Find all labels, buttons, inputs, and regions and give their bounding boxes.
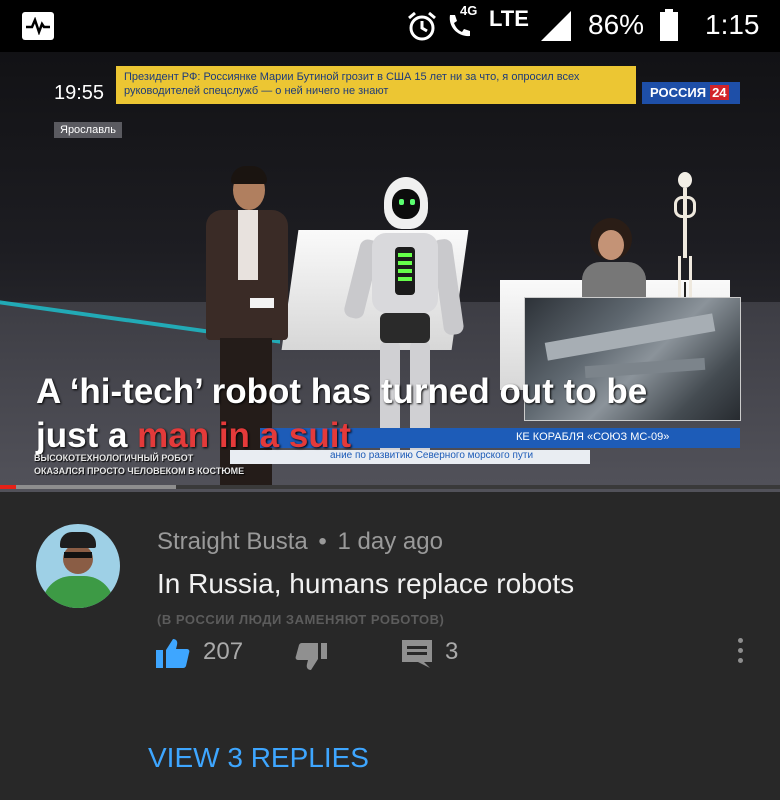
comment-text: In Russia, humans replace robots <box>157 568 575 599</box>
battery-percent: 86% <box>588 9 645 40</box>
caption-translation: ВЫСОКОТЕХНОЛОГИЧНЫЙ РОБОТ ОКАЗАЛСЯ ПРОСТ… <box>34 452 244 478</box>
status-time: 1:15 <box>705 9 760 40</box>
caption-translation-line1: ВЫСОКОТЕХНОЛОГИЧНЫЙ РОБОТ <box>34 453 194 463</box>
thumbs-down-icon <box>295 643 327 670</box>
dislike-button[interactable] <box>294 642 328 672</box>
skeleton-model <box>668 172 702 312</box>
location-label: Ярославль <box>54 122 122 138</box>
lte-label: LTE <box>489 6 529 31</box>
news-ticker: Президент РФ: Россиянке Марии Бутиной гр… <box>116 66 636 104</box>
progress-played <box>0 485 16 489</box>
caption-translation-line2: ОКАЗАЛСЯ ПРОСТО ЧЕЛОВЕКОМ В КОСТЮМЕ <box>34 466 245 476</box>
thumbs-up-icon <box>156 639 190 668</box>
video-progress-bar[interactable] <box>0 485 780 489</box>
like-button[interactable] <box>155 637 191 669</box>
header-separator: • <box>318 528 327 555</box>
video-player[interactable]: 19:55 Президент РФ: Россиянке Марии Бути… <box>0 52 780 492</box>
channel-number: 24 <box>710 85 729 100</box>
avatar[interactable] <box>36 524 120 608</box>
signal-strength-icon <box>539 10 573 47</box>
network-type-label: 4G <box>460 3 478 18</box>
comment-translation: (В РОССИИ ЛЮДИ ЗАМЕНЯЮТ РОБОТОВ) <box>157 612 445 627</box>
comment-header: Straight Busta • 1 day ago <box>157 528 443 556</box>
more-vert-icon <box>733 638 747 663</box>
more-options-button[interactable] <box>733 638 747 668</box>
caption-highlight: man in a suit <box>137 416 352 455</box>
broadcast-clock: 19:55 <box>54 82 105 104</box>
comment-item: Straight Busta • 1 day ago In Russia, hu… <box>0 492 780 800</box>
comment-time: 1 day ago <box>337 528 443 555</box>
channel-name: РОССИЯ <box>650 85 707 100</box>
reply-count: 3 <box>445 638 459 665</box>
alarm-clock-icon <box>406 10 438 47</box>
comment-author[interactable]: Straight Busta <box>157 528 308 555</box>
host-figure <box>582 218 646 312</box>
status-bar: 4G LTE 86% 1:15 <box>0 0 780 52</box>
channel-logo: РОССИЯ 24 <box>642 82 740 104</box>
battery-icon <box>660 9 678 41</box>
view-replies-link[interactable]: VIEW 3 REPLIES <box>148 742 369 774</box>
progress-buffered <box>16 485 176 489</box>
reply-comment-icon <box>402 640 432 668</box>
app-monitor-icon <box>22 12 54 40</box>
reply-button[interactable] <box>400 638 434 670</box>
like-count: 207 <box>203 638 244 665</box>
meme-caption: A ‘hi-tech’ robot has turned out to be j… <box>36 370 696 458</box>
